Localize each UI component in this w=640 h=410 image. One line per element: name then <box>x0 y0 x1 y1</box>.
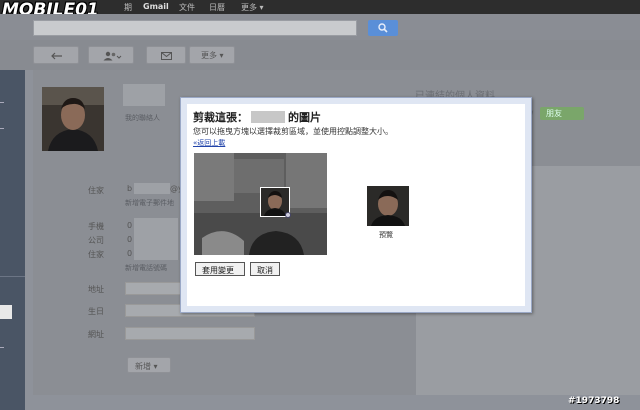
search-input[interactable] <box>33 20 357 36</box>
watermark: #1973798 <box>568 396 620 406</box>
cancel-button[interactable]: 取消 <box>250 262 280 276</box>
email-redacted <box>134 183 170 194</box>
add-phone-link[interactable]: 新增電話號碼 <box>125 263 167 273</box>
more-button-label: 更多 ▾ <box>201 51 224 60</box>
add-field-button-label: 新增 ▾ <box>135 362 158 371</box>
preview-label: 預覽 <box>379 231 393 239</box>
preview-photo <box>367 186 409 226</box>
apply-changes-button[interactable]: 套用變更 <box>195 262 245 276</box>
dialog-content: 剪裁這張： 的圖片 您可以拖曳方塊以選擇裁剪區域，並使用控點調整大小。 «返回上載 <box>187 104 525 306</box>
people-icon <box>103 51 122 61</box>
label-home: 住家 <box>88 186 104 195</box>
dialog-title-redacted <box>251 111 285 123</box>
contact-toolbar: 更多 ▾ <box>0 40 640 70</box>
search-icon <box>378 23 388 33</box>
sidebar-divider <box>0 276 25 277</box>
nav-item-gmail[interactable]: Gmail <box>143 2 169 11</box>
sidebar-tick <box>0 102 4 103</box>
phones-redacted <box>134 218 178 260</box>
add-field-button[interactable]: 新增 ▾ <box>127 357 171 373</box>
phone-prefix-1: 0 <box>127 221 133 230</box>
back-button[interactable] <box>33 46 79 64</box>
preview-image <box>367 186 409 226</box>
phone-prefix-2: 0 <box>127 235 133 244</box>
nav-item-more[interactable]: 更多 ▾ <box>241 2 264 13</box>
label-home2: 住家 <box>88 250 104 259</box>
apply-changes-label: 套用變更 <box>202 266 234 275</box>
friend-badge-label: 朋友 <box>546 109 562 118</box>
nav-item-docs[interactable]: 文件 <box>179 2 195 13</box>
label-work: 公司 <box>88 236 104 245</box>
crop-selection-face <box>261 188 289 216</box>
friend-badge[interactable]: 朋友 <box>540 107 584 120</box>
cancel-label: 取消 <box>257 266 273 275</box>
avatar-photo <box>42 87 104 151</box>
label-website: 網址 <box>88 330 104 339</box>
contact-name-redacted <box>123 84 165 106</box>
nav-item-calendar[interactable]: 日曆 <box>209 2 225 13</box>
label-mobile: 手機 <box>88 222 104 231</box>
people-menu-button[interactable] <box>88 46 134 64</box>
nav-item-partial[interactable]: 期 <box>124 2 132 13</box>
email-partial: b <box>127 184 133 193</box>
label-birthday: 生日 <box>88 307 104 316</box>
more-button[interactable]: 更多 ▾ <box>189 46 235 64</box>
crop-resize-handle[interactable] <box>285 212 291 218</box>
envelope-icon <box>161 52 172 60</box>
my-contacts-link[interactable]: 我的聯絡人 <box>125 113 160 123</box>
left-sidebar <box>0 70 25 410</box>
add-email-link[interactable]: 新增電子郵件地 <box>125 198 174 208</box>
crop-area[interactable] <box>194 153 327 255</box>
sidebar-tick <box>0 128 4 129</box>
phone-prefix-3: 0 <box>127 249 133 258</box>
website-field[interactable] <box>125 327 255 340</box>
back-to-upload-link[interactable]: «返回上載 <box>193 138 225 148</box>
dialog-title: 剪裁這張： 的圖片 <box>193 109 321 125</box>
sidebar-input-box[interactable] <box>0 305 12 319</box>
back-arrow-icon <box>51 52 62 60</box>
dialog-title-prefix: 剪裁這張： <box>193 111 248 124</box>
dialog-description: 您可以拖曳方塊以選擇裁剪區域，並使用控點調整大小。 <box>193 127 393 136</box>
label-address: 地址 <box>88 285 104 294</box>
search-bar <box>0 14 640 40</box>
search-button[interactable] <box>368 20 398 36</box>
crop-photo-dialog: 剪裁這張： 的圖片 您可以拖曳方塊以選擇裁剪區域，並使用控點調整大小。 «返回上載 <box>180 97 532 313</box>
contact-avatar[interactable] <box>42 87 104 151</box>
sidebar-tick <box>0 347 4 348</box>
email-button[interactable] <box>146 46 186 64</box>
dialog-title-suffix: 的圖片 <box>288 111 321 124</box>
